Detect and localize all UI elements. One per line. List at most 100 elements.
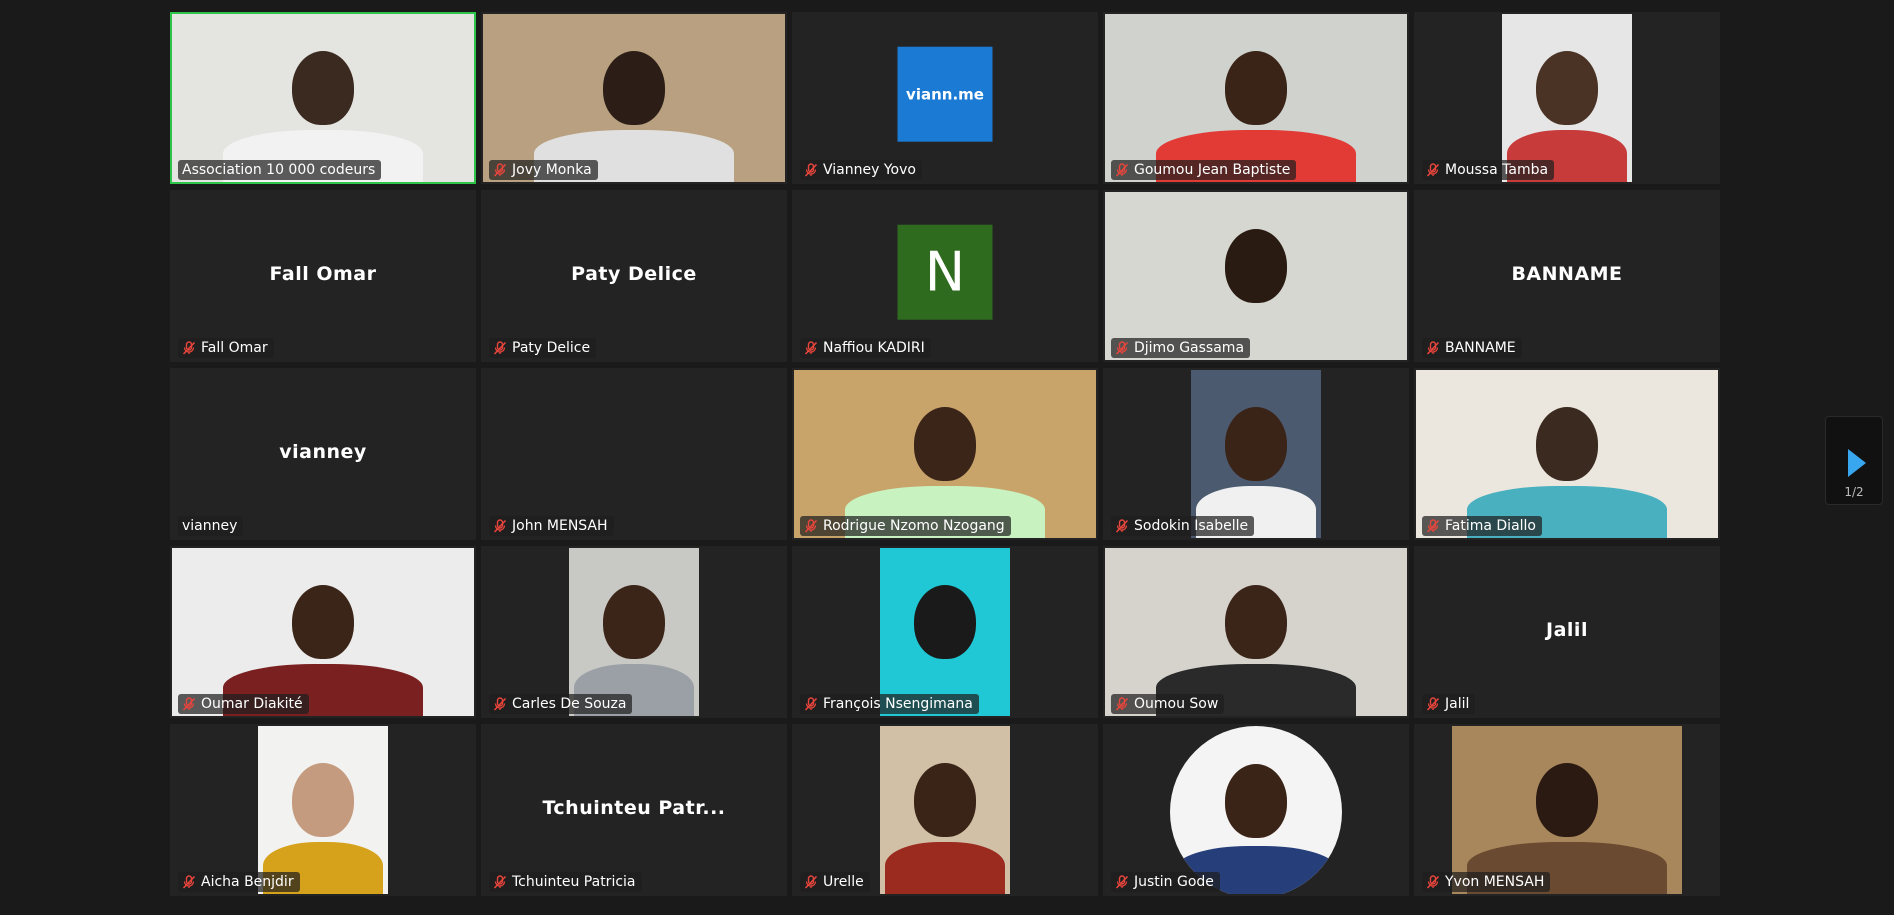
participant-name: Moussa Tamba	[1445, 162, 1549, 178]
participant-name: John MENSAH	[512, 518, 608, 534]
participant-tile[interactable]: Association 10 000 codeurs	[170, 12, 476, 184]
participant-name: Paty Delice	[512, 340, 591, 356]
muted-mic-icon	[1426, 519, 1440, 533]
participant-tile[interactable]: Aicha Benjdir	[170, 724, 476, 896]
muted-mic-icon	[182, 341, 196, 355]
participant-name: Naffiou KADIRI	[823, 340, 925, 356]
muted-mic-icon	[1115, 697, 1129, 711]
participant-tile[interactable]: Fall Omar Fall Omar	[170, 190, 476, 362]
participant-name-label: Moussa Tamba	[1422, 160, 1555, 180]
participant-name: BANNAME	[1445, 340, 1516, 356]
participant-tile[interactable]: Fatima Diallo	[1414, 368, 1720, 540]
participant-video	[1191, 370, 1321, 538]
participant-tile[interactable]: vianney vianney	[170, 368, 476, 540]
participant-name-label: Association 10 000 codeurs	[178, 160, 382, 180]
participant-name-label: vianney	[178, 516, 244, 536]
participant-tile[interactable]: Justin Gode	[1103, 724, 1409, 896]
participant-head	[603, 584, 665, 659]
muted-mic-icon	[1115, 519, 1129, 533]
participant-name: Justin Gode	[1134, 874, 1214, 890]
participant-tile[interactable]: Djimo Gassama	[1103, 190, 1409, 362]
participant-video	[172, 548, 474, 716]
participant-head	[1225, 228, 1287, 303]
participant-tile[interactable]: Tchuinteu Patr... Tchuinteu Patricia	[481, 724, 787, 896]
participant-display-name: vianney	[279, 440, 367, 463]
participant-display-name: BANNAME	[1511, 262, 1623, 285]
participant-name-label: Jalil	[1422, 694, 1476, 714]
participant-avatar: viann.me	[897, 46, 993, 142]
participant-name: Tchuinteu Patricia	[512, 874, 636, 890]
participant-name-label: Aicha Benjdir	[178, 872, 300, 892]
muted-mic-icon	[1426, 341, 1440, 355]
participant-head	[1225, 406, 1287, 481]
participant-head	[292, 762, 354, 837]
participant-name: François Nsengimana	[823, 696, 973, 712]
participant-name: Rodrigue Nzomo Nzogang	[823, 518, 1005, 534]
participant-tile[interactable]: John MENSAH	[481, 368, 787, 540]
participant-tile[interactable]: Yvon MENSAH	[1414, 724, 1720, 896]
muted-mic-icon	[493, 519, 507, 533]
muted-mic-icon	[1115, 341, 1129, 355]
muted-mic-icon	[804, 341, 818, 355]
participant-tile[interactable]: Jovy Monka	[481, 12, 787, 184]
participant-video	[880, 548, 1010, 716]
participant-name-label: François Nsengimana	[800, 694, 979, 714]
muted-mic-icon	[182, 697, 196, 711]
participant-avatar: N	[897, 224, 993, 320]
participant-tile[interactable]: Goumou Jean Baptiste	[1103, 12, 1409, 184]
participant-name: Aicha Benjdir	[201, 874, 294, 890]
participant-name: Goumou Jean Baptiste	[1134, 162, 1291, 178]
participant-grid: Association 10 000 codeurs Jovy Monka vian…	[170, 12, 1720, 898]
participant-tile[interactable]: viann.me Vianney Yovo	[792, 12, 1098, 184]
participant-name-label: Sodokin Isabelle	[1111, 516, 1255, 536]
participant-name-label: Vianney Yovo	[800, 160, 922, 180]
participant-name-label: Djimo Gassama	[1111, 338, 1251, 358]
participant-tile[interactable]: Sodokin Isabelle	[1103, 368, 1409, 540]
participant-head	[1536, 406, 1598, 481]
muted-mic-icon	[493, 697, 507, 711]
participant-body	[885, 842, 1005, 894]
participant-display-name: Jalil	[1546, 618, 1588, 641]
participant-video	[569, 548, 699, 716]
participant-tile[interactable]: Moussa Tamba	[1414, 12, 1720, 184]
participant-video	[794, 370, 1096, 538]
participant-tile[interactable]: Paty Delice Paty Delice	[481, 190, 787, 362]
participant-video	[1502, 14, 1632, 182]
participant-name: Association 10 000 codeurs	[182, 162, 376, 178]
muted-mic-icon	[1426, 875, 1440, 889]
participant-head	[1225, 763, 1287, 838]
participant-tile[interactable]: Carles De Souza	[481, 546, 787, 718]
participant-name-label: Fatima Diallo	[1422, 516, 1542, 536]
muted-mic-icon	[1115, 163, 1129, 177]
participant-head	[1225, 584, 1287, 659]
participant-name-label: Tchuinteu Patricia	[489, 872, 642, 892]
participant-name: Jalil	[1445, 696, 1470, 712]
chevron-right-icon	[1848, 449, 1866, 477]
participant-tile[interactable]: BANNAME BANNAME	[1414, 190, 1720, 362]
participant-video	[880, 726, 1010, 894]
participant-name: Jovy Monka	[512, 162, 592, 178]
next-page-button[interactable]: 1/2	[1825, 416, 1883, 505]
participant-tile[interactable]: Oumou Sow	[1103, 546, 1409, 718]
participant-video	[1105, 548, 1407, 716]
participant-video	[1416, 370, 1718, 538]
participant-name-label: Oumar Diakité	[178, 694, 309, 714]
participant-name-label: Oumou Sow	[1111, 694, 1225, 714]
participant-name: Djimo Gassama	[1134, 340, 1245, 356]
participant-tile[interactable]: François Nsengimana	[792, 546, 1098, 718]
participant-head	[292, 50, 354, 125]
participant-name: Yvon MENSAH	[1445, 874, 1545, 890]
participant-tile[interactable]: Urelle	[792, 724, 1098, 896]
participant-tile[interactable]: Jalil Jalil	[1414, 546, 1720, 718]
muted-mic-icon	[182, 875, 196, 889]
participant-display-name: Paty Delice	[571, 262, 697, 285]
participant-tile[interactable]: Oumar Diakité	[170, 546, 476, 718]
participant-name-label: BANNAME	[1422, 338, 1522, 358]
muted-mic-icon	[493, 341, 507, 355]
participant-tile[interactable]: Rodrigue Nzomo Nzogang	[792, 368, 1098, 540]
participant-name-label: Rodrigue Nzomo Nzogang	[800, 516, 1011, 536]
participant-head	[1225, 50, 1287, 125]
participant-name: Fall Omar	[201, 340, 268, 356]
participant-name: Carles De Souza	[512, 696, 627, 712]
participant-tile[interactable]: N Naffiou KADIRI	[792, 190, 1098, 362]
